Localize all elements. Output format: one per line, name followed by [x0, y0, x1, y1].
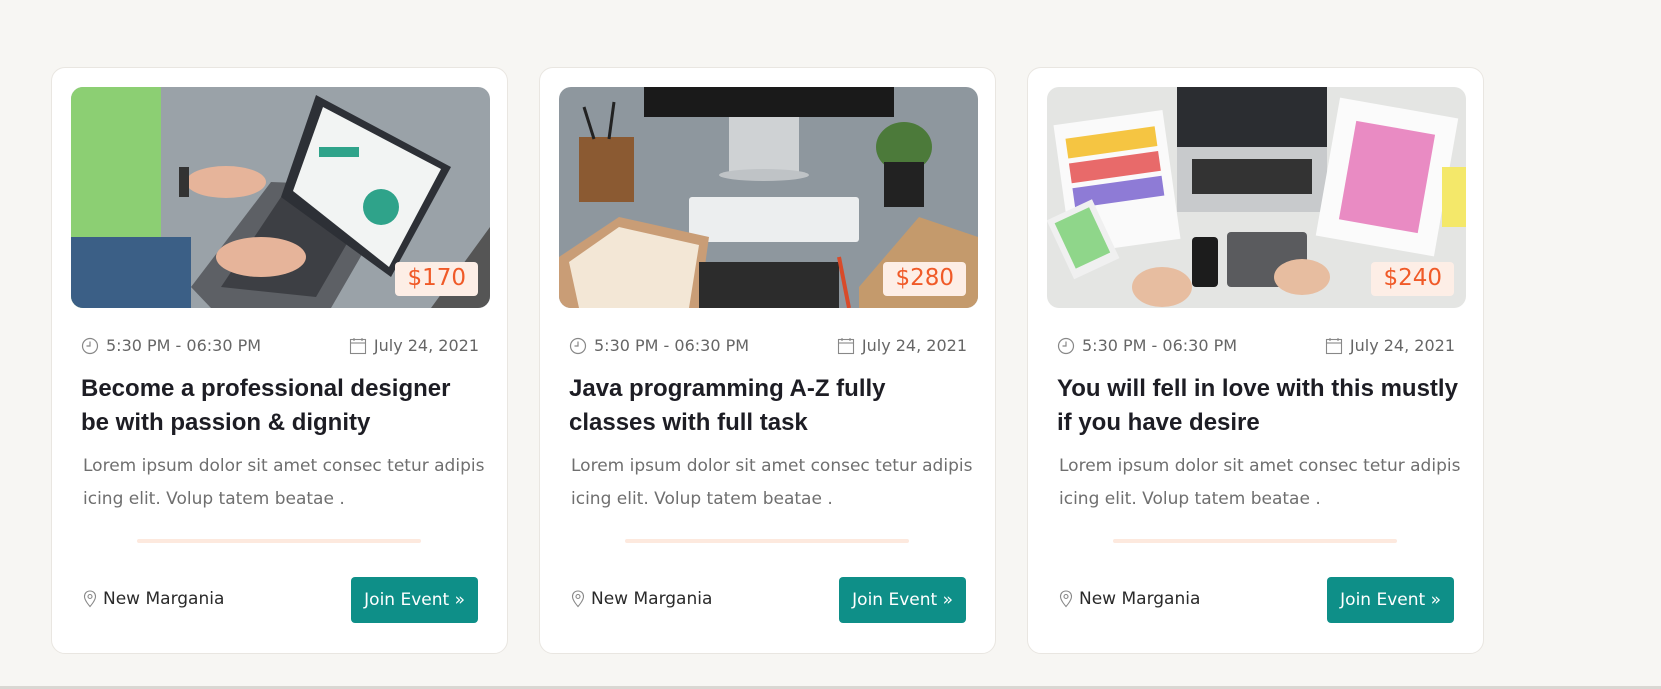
- clock-icon: [569, 337, 587, 354]
- event-time: 5:30 PM - 06:30 PM: [1057, 336, 1237, 355]
- event-card: $280 5:30 PM - 06:30 PM July 24, 2021 Ja…: [539, 67, 996, 654]
- price-badge: $170: [395, 262, 478, 296]
- date-label: July 24, 2021: [1349, 336, 1455, 355]
- event-meta: 5:30 PM - 06:30 PM July 24, 2021: [569, 336, 967, 355]
- map-pin-icon: [1059, 590, 1073, 608]
- price-badge: $240: [1371, 262, 1454, 296]
- event-meta: 5:30 PM - 06:30 PM July 24, 2021: [81, 336, 479, 355]
- date-label: July 24, 2021: [861, 336, 967, 355]
- divider: [625, 539, 909, 543]
- location-label: New Margania: [103, 589, 225, 609]
- event-description: Lorem ipsum dolor sit amet consec tetur …: [1059, 456, 1461, 509]
- event-time: 5:30 PM - 06:30 PM: [81, 336, 261, 355]
- event-card: $170 5:30 PM - 06:30 PM July 24, 2021 Be…: [51, 67, 508, 654]
- calendar-icon: [1325, 337, 1342, 354]
- join-event-button[interactable]: Join Event »: [351, 577, 478, 623]
- event-cards: $170 5:30 PM - 06:30 PM July 24, 2021 Be…: [51, 67, 1484, 654]
- divider: [1113, 539, 1397, 543]
- event-description: Lorem ipsum dolor sit amet consec tetur …: [83, 456, 485, 509]
- time-label: 5:30 PM - 06:30 PM: [106, 336, 262, 355]
- event-location: New Margania: [1059, 589, 1200, 609]
- time-label: 5:30 PM - 06:30 PM: [594, 336, 750, 355]
- date-label: July 24, 2021: [373, 336, 479, 355]
- event-title[interactable]: You will fell in love with this mustly i…: [1057, 372, 1461, 440]
- location-label: New Margania: [591, 589, 713, 609]
- join-event-button[interactable]: Join Event »: [1327, 577, 1454, 623]
- event-title[interactable]: Become a professional designer be with p…: [81, 372, 485, 440]
- calendar-icon: [349, 337, 366, 354]
- price-badge: $280: [883, 262, 966, 296]
- event-time: 5:30 PM - 06:30 PM: [569, 336, 749, 355]
- event-image[interactable]: $240: [1047, 87, 1466, 308]
- event-location: New Margania: [571, 589, 712, 609]
- event-description: Lorem ipsum dolor sit amet consec tetur …: [571, 456, 973, 509]
- event-location: New Margania: [83, 589, 224, 609]
- event-image[interactable]: $280: [559, 87, 978, 308]
- event-title[interactable]: Java programming A-Z fully classes with …: [569, 372, 973, 440]
- clock-icon: [1057, 337, 1075, 354]
- calendar-icon: [837, 337, 854, 354]
- location-label: New Margania: [1079, 589, 1201, 609]
- map-pin-icon: [83, 590, 97, 608]
- event-date: July 24, 2021: [349, 336, 479, 355]
- event-date: July 24, 2021: [1325, 336, 1455, 355]
- divider: [137, 539, 421, 543]
- event-image[interactable]: $170: [71, 87, 490, 308]
- join-event-button[interactable]: Join Event »: [839, 577, 966, 623]
- clock-icon: [81, 337, 99, 354]
- event-date: July 24, 2021: [837, 336, 967, 355]
- time-label: 5:30 PM - 06:30 PM: [1082, 336, 1238, 355]
- map-pin-icon: [571, 590, 585, 608]
- event-meta: 5:30 PM - 06:30 PM July 24, 2021: [1057, 336, 1455, 355]
- event-card: $240 5:30 PM - 06:30 PM July 24, 2021 Yo…: [1027, 67, 1484, 654]
